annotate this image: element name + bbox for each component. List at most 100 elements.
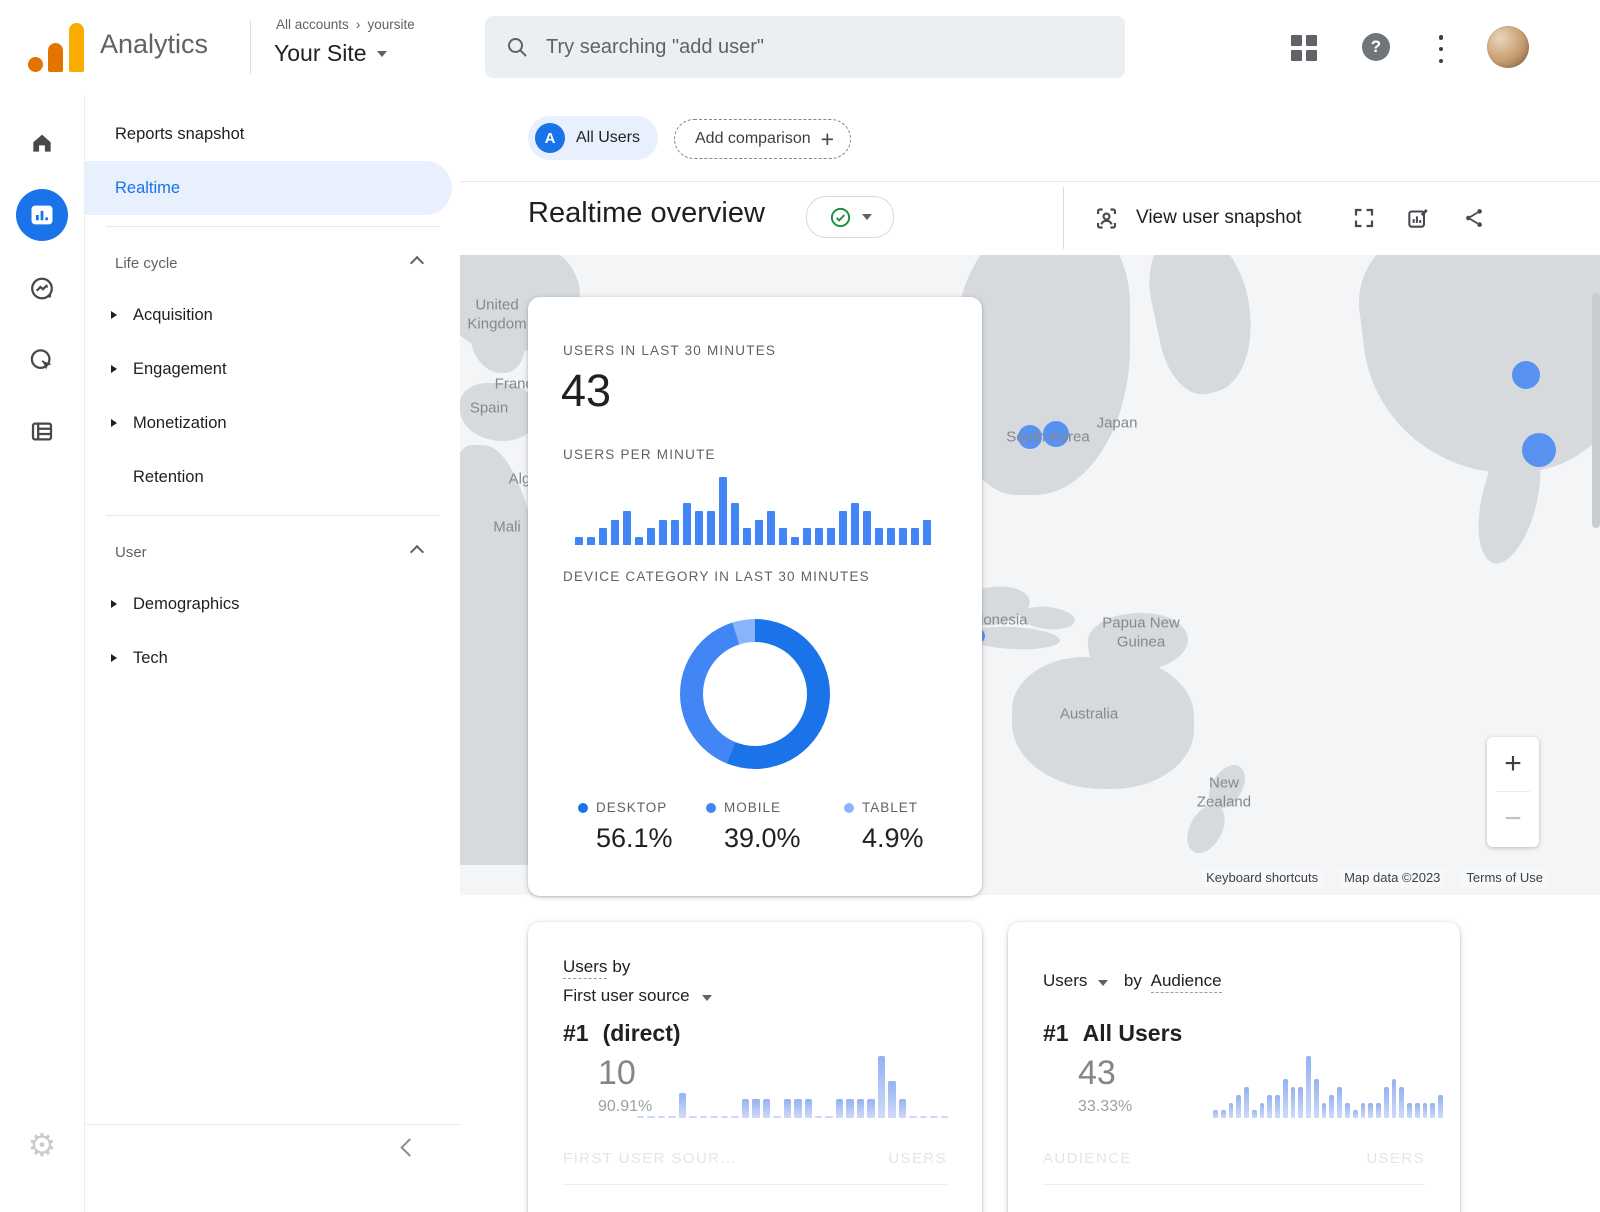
breadcrumb-current[interactable]: yoursite <box>367 17 414 32</box>
sidebar-item-retention[interactable]: Retention <box>85 450 460 504</box>
card-title: Users by Audience <box>1043 966 1222 995</box>
zoom-in-button[interactable]: + <box>1487 737 1539 791</box>
property-selector[interactable]: Your Site <box>274 40 387 67</box>
legend-tablet: TABLET 4.9% <box>844 800 924 854</box>
sidebar-item-monetization[interactable]: Monetization <box>85 396 460 450</box>
search-input[interactable] <box>544 35 1105 60</box>
property-name: Your Site <box>274 40 367 67</box>
sidebar-item-tech[interactable]: Tech <box>85 631 460 685</box>
first-user-source-sparkline <box>637 1056 948 1118</box>
sidebar-item-label: Reports snapshot <box>115 125 244 144</box>
legend-pct: 39.0% <box>724 823 801 854</box>
sidebar-item-demographics[interactable]: Demographics <box>85 577 460 631</box>
app-header: Analytics All accounts › yoursite Your S… <box>0 0 1600 95</box>
expand-arrow-icon <box>111 311 117 319</box>
sidebar-item-acquisition[interactable]: Acquisition <box>85 288 460 342</box>
breadcrumb[interactable]: All accounts › yoursite <box>276 16 415 32</box>
column-header-right: USERS <box>888 1150 947 1167</box>
home-icon[interactable] <box>29 130 55 161</box>
sidebar-item-engagement[interactable]: Engagement <box>85 342 460 396</box>
edit-chart-icon[interactable] <box>1400 200 1436 236</box>
legend-dot-desktop <box>578 803 588 813</box>
all-users-chip[interactable]: A All Users <box>528 116 658 160</box>
all-users-sparkline <box>1213 1056 1443 1118</box>
user-snapshot-icon <box>1093 205 1120 232</box>
collapse-sidebar-icon[interactable] <box>400 1138 418 1156</box>
dimension-dropdown[interactable]: Audience <box>1151 971 1222 993</box>
rank: #1 <box>1043 1020 1069 1047</box>
reports-sidebar: Reports snapshot Realtime Life cycle Acq… <box>85 95 460 1212</box>
chip-label: All Users <box>576 129 640 147</box>
kebab-menu-icon[interactable] <box>1438 33 1444 65</box>
avatar[interactable] <box>1487 26 1529 68</box>
map-country-label: Australia <box>1060 706 1118 725</box>
header-divider <box>250 20 251 74</box>
legend-dot-mobile <box>706 803 716 813</box>
collapse-chevron-icon <box>410 256 424 270</box>
dimension-dropdown[interactable]: First user source <box>563 986 690 1005</box>
legend-dot-tablet <box>844 803 854 813</box>
search-icon <box>505 35 529 59</box>
nav-rail: ⚙ <box>0 95 85 1212</box>
sidebar-footer <box>85 1124 460 1212</box>
terms-of-use-link[interactable]: Terms of Use <box>1461 868 1548 887</box>
sidebar-item-label: Tech <box>133 649 168 668</box>
map-data-label: Map data ©2023 <box>1339 868 1445 887</box>
advertising-icon[interactable] <box>29 347 56 379</box>
top-item-percent: 33.33% <box>1078 1098 1132 1116</box>
search-bar[interactable] <box>485 16 1125 78</box>
map-country-label: United Kingdom <box>460 296 537 334</box>
sidebar-item-label: Acquisition <box>133 306 213 325</box>
sidebar-item-reports-snapshot[interactable]: Reports snapshot <box>85 107 460 161</box>
snapshot-label: View user snapshot <box>1136 207 1301 229</box>
keyboard-shortcuts-link[interactable]: Keyboard shortcuts <box>1201 868 1323 887</box>
sidebar-item-label: Demographics <box>133 595 239 614</box>
sidebar-divider <box>106 226 440 227</box>
top-item: (direct) <box>603 1020 681 1047</box>
ga-realtime-page: Analytics All accounts › yoursite Your S… <box>0 0 1600 1212</box>
map-country-label: Spain <box>470 400 508 419</box>
settings-gear-icon[interactable]: ⚙ <box>28 1129 57 1161</box>
library-icon[interactable] <box>29 418 56 450</box>
section-title: User <box>115 544 147 561</box>
explore-icon[interactable] <box>29 275 56 307</box>
legend-desktop: DESKTOP 56.1% <box>578 800 673 854</box>
sidebar-section-user[interactable]: User <box>85 527 460 577</box>
chevron-down-icon <box>377 51 387 57</box>
metric-dropdown[interactable]: Users <box>563 957 607 979</box>
sidebar-section-life-cycle[interactable]: Life cycle <box>85 238 460 288</box>
zoom-out-button[interactable]: − <box>1487 792 1539 846</box>
users-30min-value: 43 <box>561 365 611 417</box>
map-country-label: New Zealand <box>1192 774 1256 812</box>
help-icon[interactable]: ? <box>1362 33 1390 61</box>
sidebar-item-label: Engagement <box>133 360 227 379</box>
device-category-label: DEVICE CATEGORY IN LAST 30 MINUTES <box>563 569 870 584</box>
legend-label: DESKTOP <box>596 800 667 815</box>
product-name: Analytics <box>100 29 208 60</box>
expand-arrow-icon <box>111 654 117 662</box>
page-header: Realtime overview View user snapshot <box>460 182 1600 255</box>
apps-grid-icon[interactable] <box>1291 35 1317 61</box>
add-comparison-button[interactable]: Add comparison + <box>674 119 851 159</box>
fullscreen-icon[interactable] <box>1346 200 1382 236</box>
card-title: Usersby First user source <box>563 952 712 1010</box>
top-row: #1 All Users <box>1043 1020 1182 1047</box>
data-quality-dropdown[interactable] <box>806 196 894 238</box>
donut-hole <box>703 642 807 746</box>
analytics-logo-icon[interactable] <box>28 21 88 73</box>
table-divider <box>1043 1184 1425 1185</box>
chevron-down-icon <box>862 214 872 220</box>
share-icon[interactable] <box>1456 200 1492 236</box>
view-user-snapshot-button[interactable]: View user snapshot <box>1085 194 1309 242</box>
breadcrumb-root[interactable]: All accounts <box>276 17 349 32</box>
column-header-left: FIRST USER SOUR… <box>563 1150 737 1167</box>
plus-icon: + <box>821 128 834 151</box>
metric-dropdown[interactable]: Users <box>1043 971 1087 990</box>
scrollbar-thumb[interactable] <box>1592 293 1600 528</box>
realtime-overview-card: USERS IN LAST 30 MINUTES 43 USERS PER MI… <box>528 297 982 896</box>
page-title: Realtime overview <box>528 197 765 230</box>
device-donut-chart <box>680 619 830 769</box>
sidebar-item-realtime[interactable]: Realtime <box>85 161 452 215</box>
sidebar-item-label: Retention <box>133 468 204 487</box>
reports-icon[interactable] <box>16 189 68 241</box>
